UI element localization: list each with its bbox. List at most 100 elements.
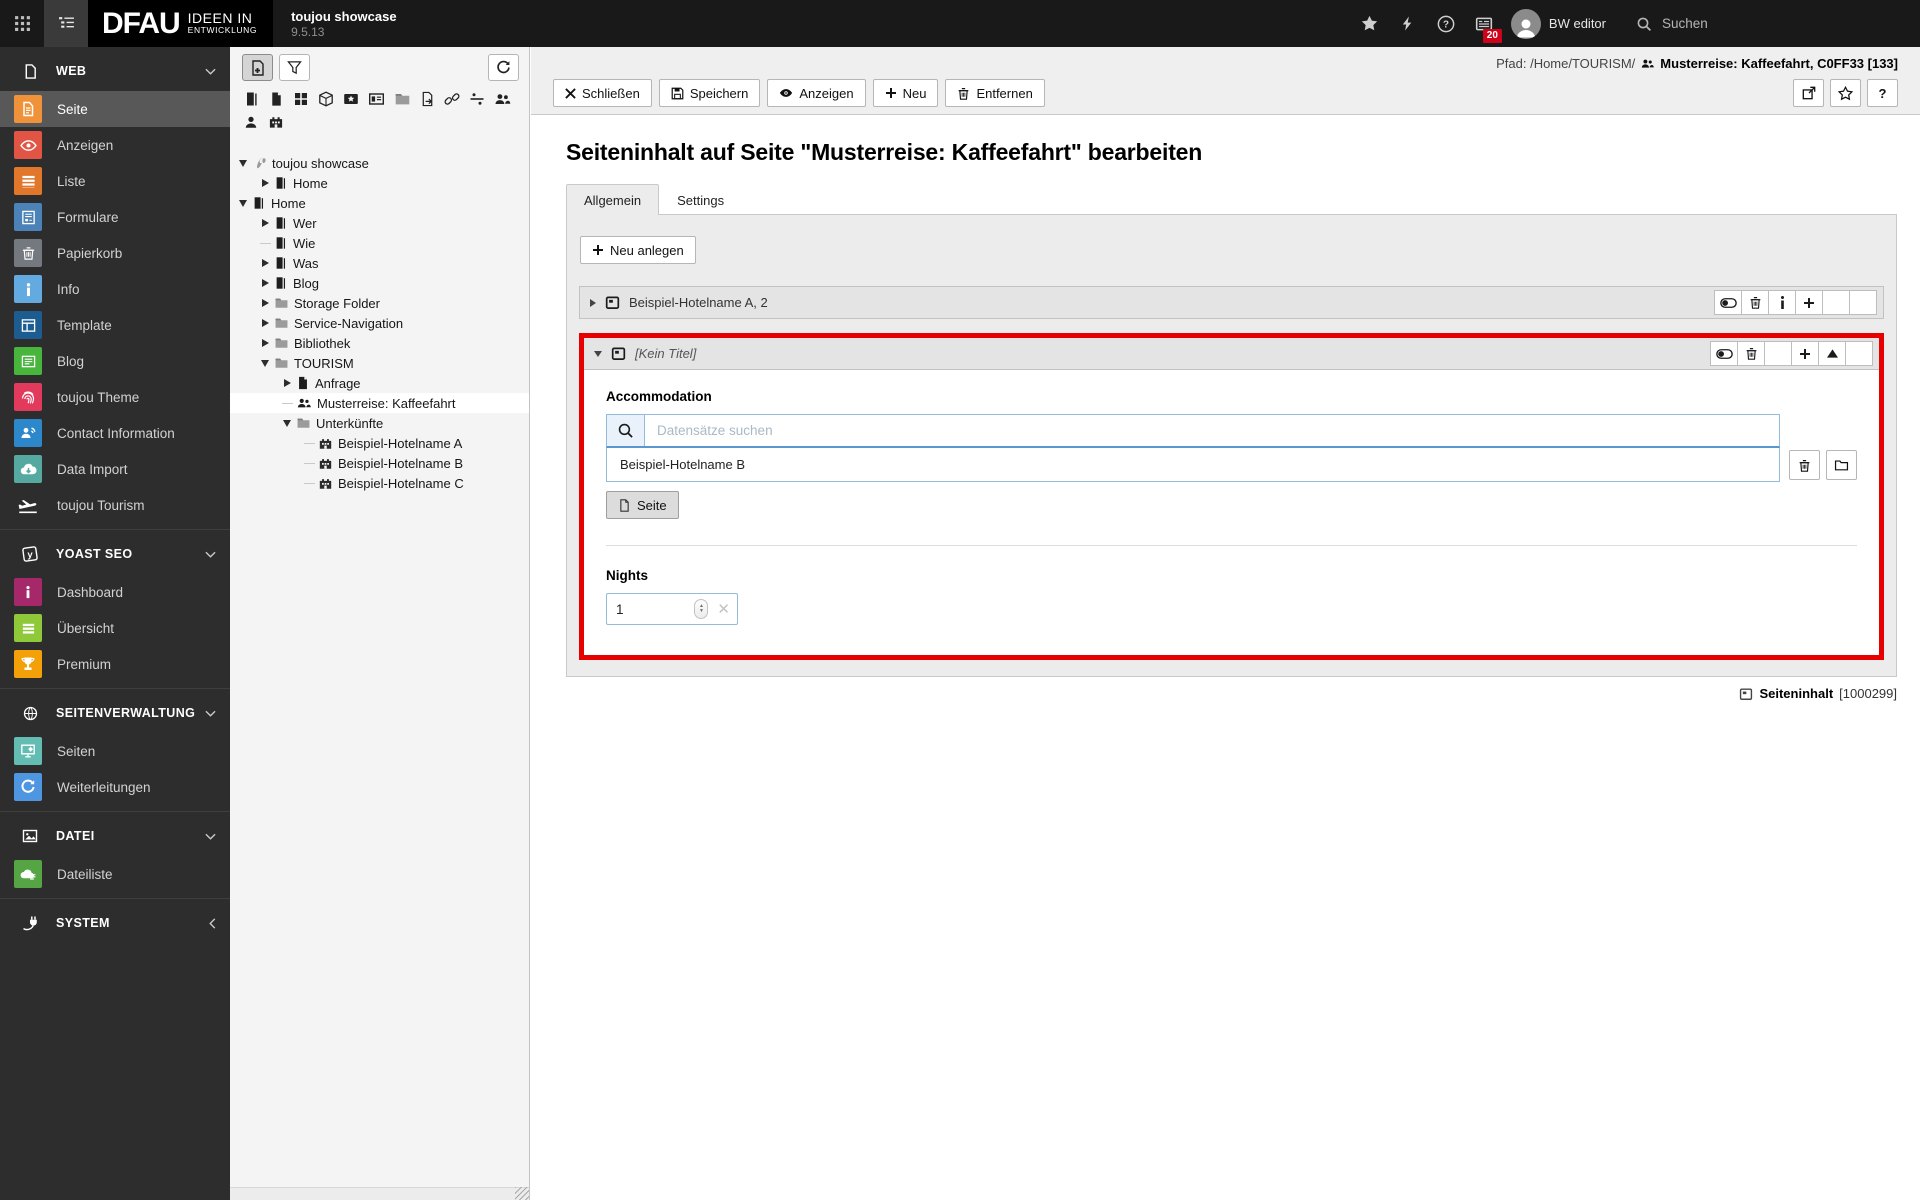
pagetree-toggle-button[interactable] <box>44 0 88 47</box>
sidebar-item-dateiliste[interactable]: Dateiliste <box>0 856 230 892</box>
bookmark-button[interactable] <box>1830 79 1861 107</box>
notifications-button[interactable]: 20 <box>1465 0 1503 47</box>
visibility-toggle-button[interactable] <box>1710 341 1738 366</box>
sidebar-item-template[interactable]: Template <box>0 307 230 343</box>
tree-node[interactable]: Wie <box>230 233 529 253</box>
sidebar-item-data-import[interactable]: Data Import <box>0 451 230 487</box>
tree-node[interactable]: Beispiel-Hotelname C <box>230 473 529 493</box>
sidebar-item-toujou-theme[interactable]: toujou Theme <box>0 379 230 415</box>
logo[interactable]: DFAU IDEEN IN ENTWICKLUNG <box>88 0 274 47</box>
expand-icon[interactable] <box>258 279 272 287</box>
drag-divider-icon[interactable] <box>469 91 485 107</box>
sidebar-item-info[interactable]: Info <box>0 271 230 307</box>
visibility-toggle-button[interactable] <box>1714 290 1742 315</box>
browse-records-button[interactable] <box>1826 450 1857 480</box>
expand-icon[interactable] <box>280 420 294 427</box>
tree-node[interactable]: Home <box>230 193 529 213</box>
modules-grid-button[interactable] <box>0 0 44 47</box>
sidebar-item-weiterleitungen[interactable]: Weiterleitungen <box>0 769 230 805</box>
sidebar-item-seite[interactable]: Seite <box>0 91 230 127</box>
tree-node[interactable]: Service-Navigation <box>230 313 529 333</box>
sidebar-item-formulare[interactable]: Formulare <box>0 199 230 235</box>
tree-node-selected[interactable]: Musterreise: Kaffeefahrt <box>230 393 529 413</box>
expand-icon[interactable] <box>258 339 272 347</box>
section-header-system[interactable]: SYSTEM <box>0 903 230 943</box>
sidebar-item-anzeigen[interactable]: Anzeigen <box>0 127 230 163</box>
sidebar-item-premium[interactable]: Premium <box>0 646 230 682</box>
sidebar-item-papierkorb[interactable]: Papierkorb <box>0 235 230 271</box>
browse-pages-button[interactable]: Seite <box>606 491 679 519</box>
clear-value-icon[interactable]: ✕ <box>717 600 730 618</box>
expand-icon[interactable] <box>236 200 250 207</box>
refresh-button[interactable] <box>488 54 519 81</box>
delete-button[interactable] <box>1741 290 1769 315</box>
sidebar-item-seiten[interactable]: Seiten <box>0 733 230 769</box>
pagetree-scrollbar[interactable] <box>230 1187 529 1200</box>
save-button[interactable]: Speichern <box>658 79 761 107</box>
panel-header[interactable]: Beispiel-Hotelname A, 2 <box>580 287 1883 318</box>
drag-bookmark-plate-icon[interactable] <box>343 91 359 107</box>
accommodation-search-input[interactable] <box>645 415 1779 446</box>
bookmark-star-button[interactable] <box>1351 0 1389 47</box>
sidebar-item-blog[interactable]: Blog <box>0 343 230 379</box>
drag-page-standard-icon[interactable] <box>244 91 260 107</box>
expand-icon[interactable] <box>280 379 294 387</box>
delete-button[interactable] <box>1737 341 1765 366</box>
drag-page-external-icon[interactable] <box>420 91 435 107</box>
sidebar-item-liste[interactable]: Liste <box>0 163 230 199</box>
nights-input[interactable] <box>616 601 668 617</box>
drag-hotel-record-icon[interactable] <box>268 114 284 129</box>
expand-icon[interactable] <box>258 219 272 227</box>
move-up-button[interactable] <box>1818 341 1846 366</box>
resize-grip[interactable] <box>515 1187 529 1200</box>
tree-node[interactable]: Bibliothek <box>230 333 529 353</box>
sidebar-item-dashboard[interactable]: Dashboard <box>0 574 230 610</box>
user-menu[interactable]: BW editor <box>1503 8 1620 39</box>
close-button[interactable]: Schließen <box>553 79 652 107</box>
new-page-button[interactable] <box>242 54 273 81</box>
tree-node[interactable]: Wer <box>230 213 529 233</box>
section-header-yoast[interactable]: y YOAST SEO <box>0 534 230 574</box>
expand-icon[interactable] <box>258 179 272 187</box>
help-button[interactable]: ? <box>1867 79 1898 107</box>
drag-page-plain-icon[interactable] <box>269 91 284 107</box>
add-button[interactable] <box>1791 341 1819 366</box>
drag-record-card-icon[interactable] <box>368 91 385 107</box>
tree-node-root[interactable]: toujou showcase <box>230 153 529 173</box>
caret-right-icon[interactable] <box>590 298 596 307</box>
section-header-seitenverwaltung[interactable]: SEITENVERWALTUNG <box>0 693 230 733</box>
expand-icon[interactable] <box>258 259 272 267</box>
sidebar-item-toujou-tourism[interactable]: toujou Tourism <box>0 487 230 523</box>
expand-icon[interactable] <box>258 360 272 367</box>
tree-node[interactable]: Anfrage <box>230 373 529 393</box>
tree-node[interactable]: Beispiel-Hotelname B <box>230 453 529 473</box>
selected-record-item[interactable]: Beispiel-Hotelname B <box>606 448 1780 482</box>
drag-content-box-icon[interactable] <box>318 91 334 107</box>
drag-userfolder-icon[interactable] <box>494 91 511 107</box>
drag-user-record-icon[interactable] <box>244 115 258 129</box>
remove-record-button[interactable] <box>1789 450 1820 480</box>
tab-allgemein[interactable]: Allgemein <box>566 184 660 215</box>
section-header-datei[interactable]: DATEI <box>0 816 230 856</box>
add-button[interactable] <box>1795 290 1823 315</box>
tree-node[interactable]: Home <box>230 173 529 193</box>
tree-node[interactable]: Storage Folder <box>230 293 529 313</box>
delete-button[interactable]: Entfernen <box>945 79 1045 107</box>
filter-button[interactable] <box>279 54 310 81</box>
tree-node[interactable]: Was <box>230 253 529 273</box>
tab-settings[interactable]: Settings <box>659 184 742 215</box>
drag-backend-layout-icon[interactable] <box>293 91 309 107</box>
tree-node[interactable]: Beispiel-Hotelname A <box>230 433 529 453</box>
drag-folder-icon[interactable] <box>394 91 411 107</box>
info-button[interactable] <box>1768 290 1796 315</box>
expand-icon[interactable] <box>258 319 272 327</box>
help-button[interactable]: ? <box>1427 0 1465 47</box>
tree-node[interactable]: Blog <box>230 273 529 293</box>
number-spinner[interactable]: ▲ ▼ <box>694 599 709 619</box>
tree-node[interactable]: TOURISM <box>230 353 529 373</box>
caret-down-icon[interactable] <box>594 350 602 357</box>
section-header-web[interactable]: WEB <box>0 51 230 91</box>
tree-node[interactable]: Unterkünfte <box>230 413 529 433</box>
expand-icon[interactable] <box>258 299 272 307</box>
topbar-search[interactable]: Suchen <box>1620 0 1920 47</box>
